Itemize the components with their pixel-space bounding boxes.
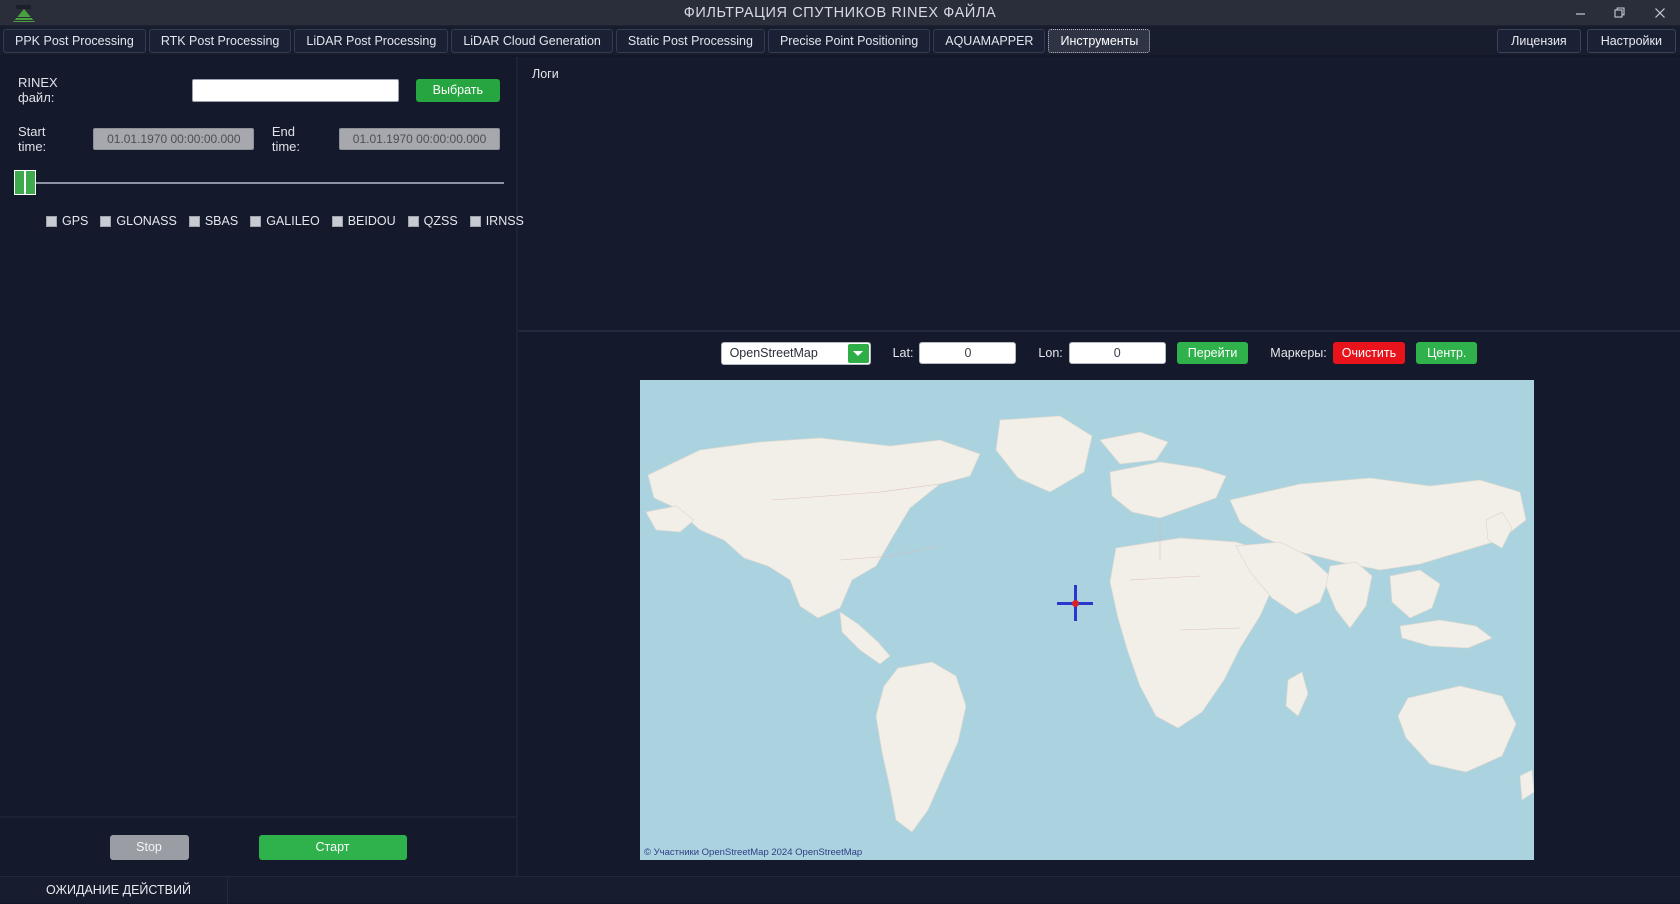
choose-file-button[interactable]: Выбрать	[416, 79, 500, 102]
map-canvas[interactable]: © Участники OpenStreetMap 2024 OpenStree…	[640, 380, 1534, 860]
tab-bar: PPK Post Processing RTK Post Processing …	[0, 26, 1680, 56]
constellation-checkbox-group: GPS GLONASS SBAS GALILEO BEIDOU	[0, 196, 516, 228]
slider-track	[14, 182, 504, 184]
checkbox-gps[interactable]: GPS	[46, 214, 88, 228]
checkbox-box-irnss[interactable]	[470, 216, 481, 227]
top-right-actions: Лицензия Настройки	[1497, 29, 1676, 53]
checkbox-qzss[interactable]: QZSS	[408, 214, 458, 228]
checkbox-label-gps: GPS	[62, 214, 88, 228]
center-map-button[interactable]: Центр.	[1416, 342, 1477, 364]
close-icon[interactable]	[1640, 0, 1680, 26]
checkbox-glonass[interactable]: GLONASS	[100, 214, 176, 228]
left-panel-footer: Stop Старт	[0, 818, 516, 876]
rinex-file-row: RINEX файл: Выбрать	[0, 57, 516, 105]
lat-input[interactable]: 0	[919, 342, 1016, 364]
left-panel-content: RINEX файл: Выбрать Start time: 01.01.19…	[0, 57, 516, 818]
status-progress-area	[228, 877, 1680, 904]
checkbox-box-gps[interactable]	[46, 216, 57, 227]
rinex-file-input[interactable]	[192, 79, 399, 102]
status-bar: ОЖИДАНИЕ ДЕЙСТВИЙ	[0, 876, 1680, 903]
tab-static-post-processing[interactable]: Static Post Processing	[616, 29, 765, 53]
checkbox-box-glonass[interactable]	[100, 216, 111, 227]
checkbox-label-glonass: GLONASS	[116, 214, 176, 228]
checkbox-irnss[interactable]: IRNSS	[470, 214, 524, 228]
checkbox-box-beidou[interactable]	[332, 216, 343, 227]
license-button[interactable]: Лицензия	[1497, 29, 1581, 53]
lon-input[interactable]: 0	[1069, 342, 1166, 364]
logs-panel: Логи	[518, 57, 1680, 332]
checkbox-label-sbas: SBAS	[205, 214, 238, 228]
slider-handle-high[interactable]	[25, 170, 36, 195]
start-time-label: Start time:	[18, 124, 76, 154]
map-panel: OpenStreetMap Lat: 0 Lon: 0 Перейти Марк…	[518, 332, 1680, 876]
clear-markers-button[interactable]: Очистить	[1333, 342, 1405, 364]
right-panel: Логи OpenStreetMap Lat: 0 Lon: 0 Перейти…	[518, 57, 1680, 876]
markers-label: Маркеры:	[1270, 346, 1326, 360]
map-provider-value: OpenStreetMap	[722, 346, 818, 360]
logs-title: Логи	[532, 67, 1666, 81]
tab-lidar-post-processing[interactable]: LiDAR Post Processing	[294, 29, 448, 53]
tab-precise-point-positioning[interactable]: Precise Point Positioning	[768, 29, 930, 53]
main-body: RINEX файл: Выбрать Start time: 01.01.19…	[0, 57, 1680, 876]
window-title: ФИЛЬТРАЦИЯ СПУТНИКОВ RINEX ФАЙЛА	[0, 5, 1680, 21]
map-attribution[interactable]: © Участники OpenStreetMap 2024 OpenStree…	[644, 847, 862, 858]
time-range-row: Start time: 01.01.1970 00:00:00.000 End …	[0, 105, 516, 154]
checkbox-box-sbas[interactable]	[189, 216, 200, 227]
stop-button[interactable]: Stop	[110, 835, 189, 860]
tab-ppk-post-processing[interactable]: PPK Post Processing	[3, 29, 146, 53]
title-bar: ФИЛЬТРАЦИЯ СПУТНИКОВ RINEX ФАЙЛА	[0, 0, 1680, 26]
lon-label: Lon:	[1038, 346, 1062, 360]
checkbox-label-irnss: IRNSS	[486, 214, 524, 228]
checkbox-galileo[interactable]: GALILEO	[250, 214, 320, 228]
slider-handle-low[interactable]	[14, 170, 25, 195]
checkbox-label-beidou: BEIDOU	[348, 214, 396, 228]
time-range-slider[interactable]	[14, 170, 504, 196]
checkbox-label-galileo: GALILEO	[266, 214, 320, 228]
map-toolbar: OpenStreetMap Lat: 0 Lon: 0 Перейти Марк…	[518, 332, 1680, 374]
start-button[interactable]: Старт	[259, 835, 407, 860]
restore-icon[interactable]	[1600, 0, 1640, 26]
checkbox-sbas[interactable]: SBAS	[189, 214, 238, 228]
end-time-label: End time:	[272, 124, 326, 154]
end-time-field[interactable]: 01.01.1970 00:00:00.000	[339, 128, 500, 150]
tab-instruments[interactable]: Инструменты	[1048, 29, 1150, 53]
window-controls	[1560, 0, 1680, 26]
tab-lidar-cloud-generation[interactable]: LiDAR Cloud Generation	[451, 29, 613, 53]
crosshair-icon	[1057, 585, 1093, 621]
checkbox-beidou[interactable]: BEIDOU	[332, 214, 396, 228]
status-badge: ОЖИДАНИЕ ДЕЙСТВИЙ	[0, 877, 228, 904]
chevron-down-icon[interactable]	[848, 344, 869, 363]
checkbox-label-qzss: QZSS	[424, 214, 458, 228]
left-settings-panel: RINEX файл: Выбрать Start time: 01.01.19…	[0, 57, 518, 876]
tab-aquamapper[interactable]: AQUAMAPPER	[933, 29, 1045, 53]
goto-button[interactable]: Перейти	[1177, 342, 1249, 364]
rinex-file-label: RINEX файл:	[18, 75, 94, 105]
checkbox-box-qzss[interactable]	[408, 216, 419, 227]
tab-rtk-post-processing[interactable]: RTK Post Processing	[149, 29, 292, 53]
settings-button[interactable]: Настройки	[1587, 29, 1676, 53]
minimize-icon[interactable]	[1560, 0, 1600, 26]
lat-label: Lat:	[893, 346, 914, 360]
map-provider-select[interactable]: OpenStreetMap	[721, 342, 871, 365]
mountain-logo-icon	[9, 3, 39, 23]
checkbox-box-galileo[interactable]	[250, 216, 261, 227]
start-time-field[interactable]: 01.01.1970 00:00:00.000	[93, 128, 254, 150]
